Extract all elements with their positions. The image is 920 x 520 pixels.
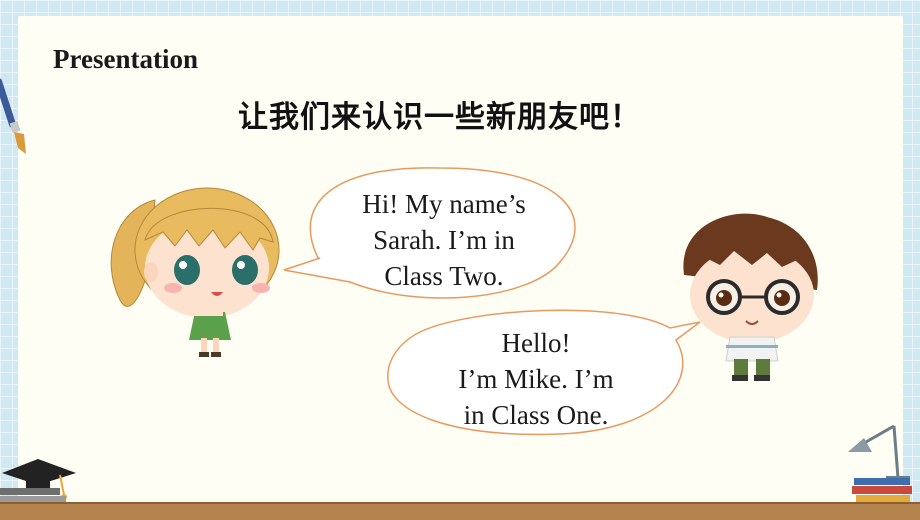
desk-lamp-icon xyxy=(848,424,910,482)
sarah-speech-text: Hi! My name’s Sarah. I’m in Class Two. xyxy=(318,186,570,294)
mike-character xyxy=(683,213,818,381)
sarah-character xyxy=(110,187,280,357)
mike-speech-text: Hello! I’m Mike. I’m in Class One. xyxy=(408,325,664,433)
sarah-line: Sarah. I’m in xyxy=(373,225,515,255)
mike-line: I’m Mike. I’m xyxy=(458,364,614,394)
sarah-line: Class Two. xyxy=(384,261,504,291)
mike-line: Hello! xyxy=(501,328,571,358)
desk-shelf xyxy=(0,502,920,520)
book-stack-icon xyxy=(852,478,912,503)
mike-line: in Class One. xyxy=(463,400,609,430)
sarah-line: Hi! My name’s xyxy=(362,189,526,219)
